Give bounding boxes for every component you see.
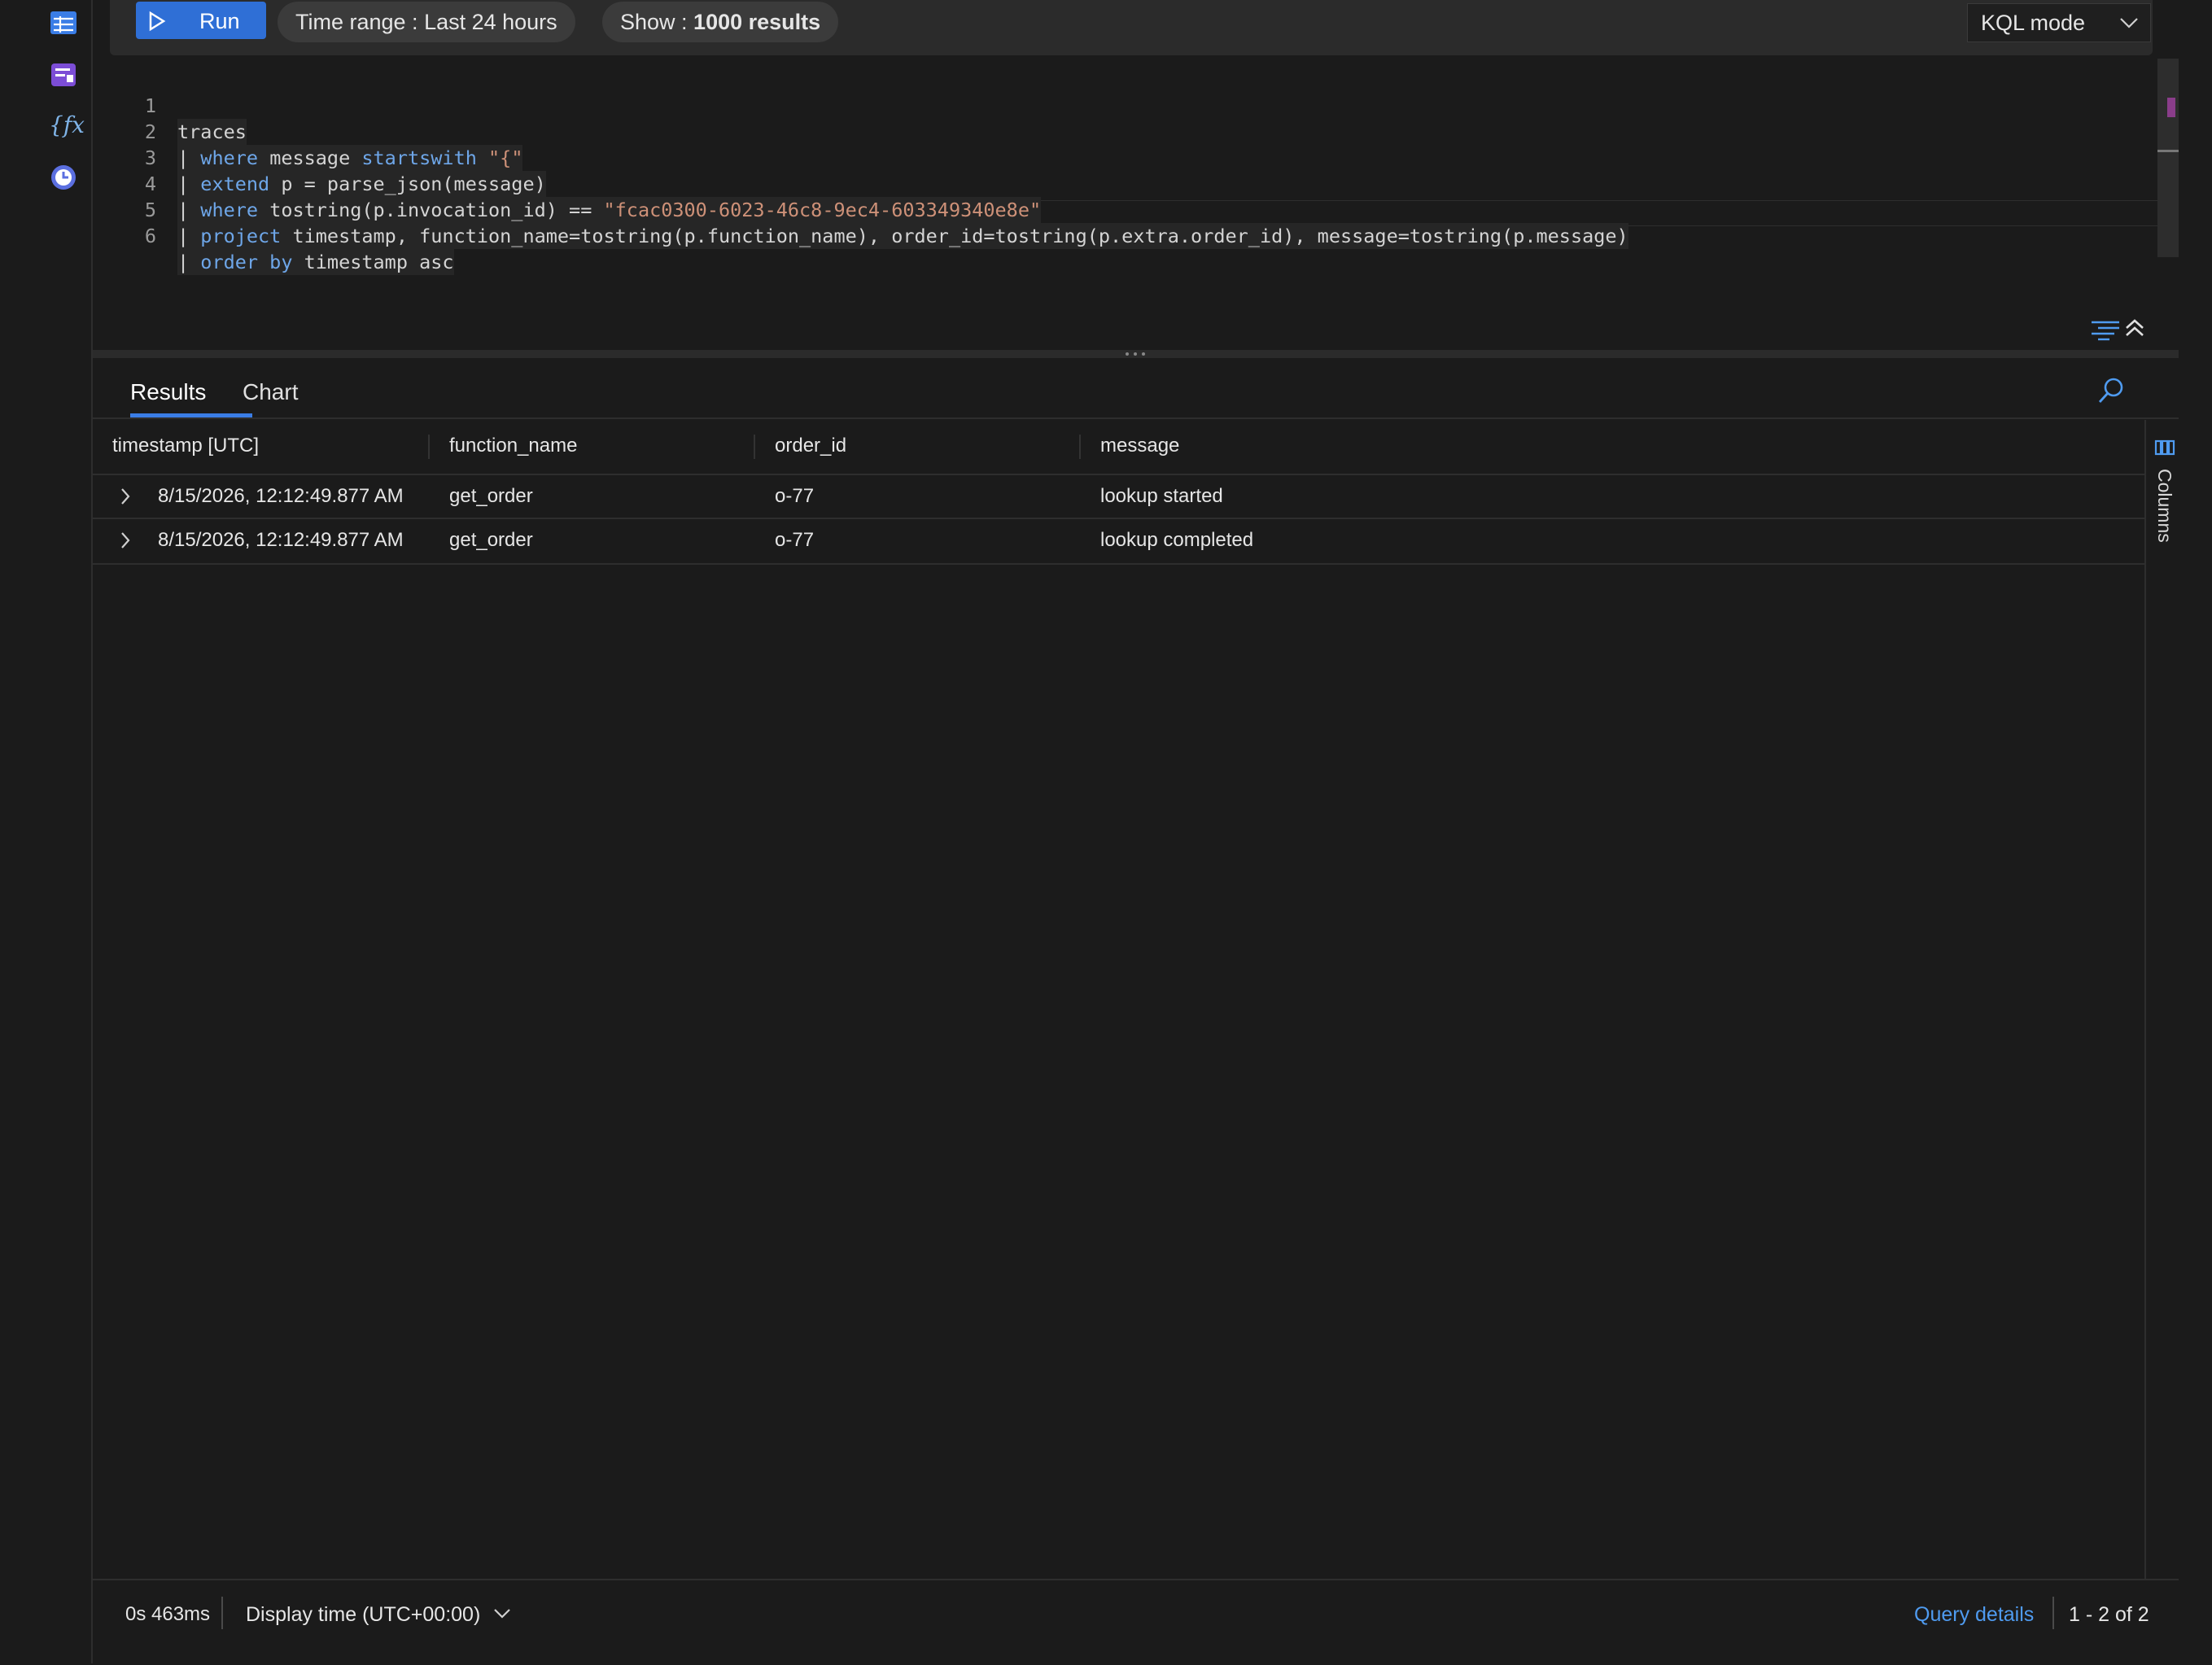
code-line-6: 6 | order by timestamp asc (93, 197, 454, 275)
column-header-order-id[interactable]: order_id (775, 435, 846, 457)
scrollbar-thumb[interactable] (2157, 150, 2179, 152)
tab-results[interactable]: Results (130, 379, 206, 405)
show-value: 1000 results (693, 10, 821, 34)
format-query-icon[interactable] (2090, 317, 2122, 347)
rows-divider (93, 563, 2145, 565)
scrollbar-marker (2167, 98, 2175, 117)
tables-icon[interactable] (49, 8, 78, 37)
tabs-divider (93, 417, 2179, 419)
time-range-value: Last 24 hours (424, 10, 557, 34)
cell-message: lookup started (1100, 485, 1223, 507)
token: project (200, 225, 282, 247)
code-text: | where message startswith "{" (177, 145, 523, 171)
collapse-editor-icon[interactable] (2124, 317, 2145, 343)
token: tostring(p.invocation_id) == (258, 199, 604, 221)
code-line-3: 3 | extend p = parse_json(message) (93, 119, 546, 197)
cell-message: lookup completed (1100, 529, 1254, 551)
run-button[interactable]: Run (136, 2, 266, 39)
code-text: traces (177, 119, 247, 145)
columns-icon (2154, 439, 2175, 456)
token: timestamp, function_name=tostring(p.func… (281, 225, 1628, 247)
chevron-down-icon[interactable] (493, 1608, 511, 1619)
cell-function-name: get_order (449, 485, 533, 507)
display-time-selector[interactable]: Display time (UTC+00:00) (246, 1603, 480, 1627)
column-resizer[interactable] (1079, 435, 1081, 459)
columns-panel-toggle[interactable]: Columns (2144, 420, 2180, 1579)
code-text: | where tostring(p.invocation_id) == "fc… (177, 197, 1042, 223)
results-tabs: Results Chart (93, 358, 2179, 420)
history-icon[interactable] (49, 163, 78, 192)
token: | (177, 199, 201, 221)
pane-splitter[interactable] (93, 350, 2179, 358)
code-text: | extend p = parse_json(message) (177, 171, 546, 197)
chevron-right-icon[interactable] (119, 487, 132, 506)
code-text: | order by timestamp asc (177, 249, 454, 275)
show-label: Show : (620, 10, 694, 34)
table-row[interactable]: 8/15/2026, 12:12:49.877 AM get_order o-7… (93, 518, 2145, 565)
token: | (177, 146, 201, 169)
mode-select[interactable]: KQL mode (1967, 3, 2151, 42)
code-line-2: 2 | where message startswith "{" (93, 93, 523, 171)
token: "{" (476, 146, 523, 169)
token: extend (200, 173, 270, 195)
queries-icon[interactable] (49, 60, 78, 90)
chevron-right-icon[interactable] (119, 531, 132, 550)
token: where (200, 146, 259, 169)
column-resizer[interactable] (428, 435, 430, 459)
status-divider (221, 1597, 223, 1629)
result-range: 1 - 2 of 2 (2069, 1603, 2149, 1626)
query-editor[interactable]: 1 traces 2 | where message startswith "{… (93, 59, 2179, 350)
query-duration: 0s 463ms (125, 1603, 211, 1625)
play-icon (149, 11, 166, 32)
cell-timestamp: 8/15/2026, 12:12:49.877 AM (158, 485, 404, 507)
tab-chart[interactable]: Chart (243, 379, 298, 405)
functions-icon[interactable]: {fx} (49, 111, 99, 140)
column-header-function-name[interactable]: function_name (449, 435, 577, 457)
results-grid-header: timestamp [UTC] function_name order_id m… (93, 420, 2145, 474)
query-toolbar: Run Time range : Last 24 hours Show : 10… (110, 0, 2153, 55)
token: where (200, 199, 259, 221)
token: startswith (361, 146, 477, 169)
search-icon[interactable] (2096, 376, 2126, 409)
token: p = parse_json(message) (269, 173, 546, 195)
cell-function-name: get_order (449, 529, 533, 551)
token: order by (200, 251, 293, 273)
line-number: 6 (144, 225, 156, 247)
token: | (177, 225, 201, 247)
editor-scrollbar[interactable] (2157, 59, 2179, 257)
status-divider (2052, 1597, 2054, 1629)
time-range-picker[interactable]: Time range : Last 24 hours (278, 2, 575, 42)
token: timestamp asc (292, 251, 454, 273)
token: traces (177, 120, 247, 143)
token: | (177, 173, 201, 195)
code-text: | project timestamp, function_name=tostr… (177, 223, 1628, 249)
result-limit-picker[interactable]: Show : 1000 results (602, 2, 839, 42)
query-details-link[interactable]: Query details (1914, 1603, 2034, 1627)
cell-order-id: o-77 (775, 485, 815, 507)
drag-handle-icon (1126, 352, 1145, 356)
run-button-label: Run (199, 9, 240, 33)
column-resizer[interactable] (754, 435, 755, 459)
cell-timestamp: 8/15/2026, 12:12:49.877 AM (158, 529, 404, 551)
column-header-timestamp[interactable]: timestamp [UTC] (112, 435, 259, 457)
token: "fcac0300-6023-46c8-9ec4-603349340e8e" (603, 199, 1042, 221)
mode-select-label: KQL mode (1981, 11, 2086, 35)
left-rail: {fx} (0, 0, 99, 1663)
cell-order-id: o-77 (775, 529, 815, 551)
code-line-4: 4 | where tostring(p.invocation_id) == "… (93, 145, 1042, 223)
token: message (258, 146, 362, 169)
table-row[interactable]: 8/15/2026, 12:12:49.877 AM get_order o-7… (93, 474, 2145, 521)
time-range-label: Time range : (295, 10, 425, 34)
token: | (177, 251, 201, 273)
chevron-down-icon (2120, 18, 2138, 28)
svg-text:{fx}: {fx} (49, 111, 85, 138)
columns-panel-label: Columns (2154, 469, 2175, 543)
code-line-5: 5 | project timestamp, function_name=tos… (93, 171, 1628, 249)
code-line-1: 1 traces (93, 67, 247, 145)
column-header-message[interactable]: message (1100, 435, 1179, 457)
status-bar: 0s 463ms Display time (UTC+00:00) Query … (93, 1579, 2179, 1665)
